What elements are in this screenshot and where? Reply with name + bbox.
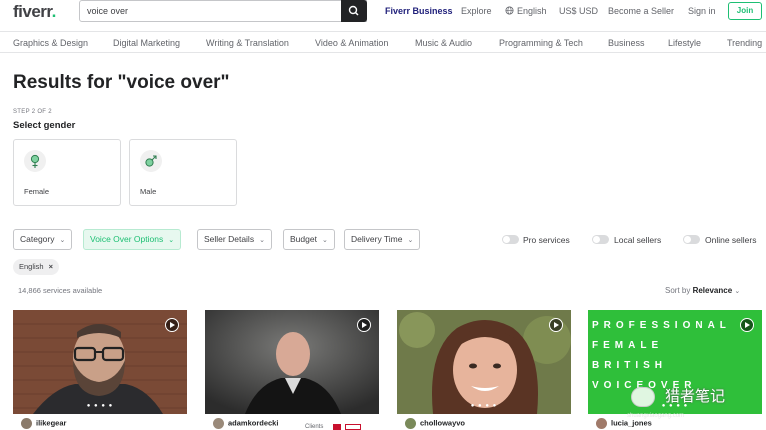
explore-link[interactable]: Explore xyxy=(461,6,492,16)
sign-in-link[interactable]: Sign in xyxy=(688,6,716,16)
male-icon xyxy=(140,150,162,172)
category-programming[interactable]: Programming & Tech xyxy=(499,38,583,48)
gig-thumbnail[interactable] xyxy=(205,310,379,414)
join-button[interactable]: Join xyxy=(728,2,762,20)
chevron-down-icon: ⌄ xyxy=(734,288,741,295)
avatar xyxy=(21,418,32,429)
online-sellers-toggle[interactable] xyxy=(683,235,700,244)
clients-label: Clients xyxy=(305,424,324,430)
category-digital-marketing[interactable]: Digital Marketing xyxy=(113,38,180,48)
chevron-down-icon: ⌄ xyxy=(407,237,414,244)
avatar xyxy=(405,418,416,429)
play-icon[interactable] xyxy=(740,318,754,332)
category-trending[interactable]: Trending xyxy=(727,38,762,48)
chevron-down-icon: ⌄ xyxy=(321,237,328,244)
gig-card[interactable]: adamkordecki Clients xyxy=(205,310,379,430)
fiverr-business-link[interactable]: Fiverr Business xyxy=(385,6,453,16)
chevron-down-icon: ⌄ xyxy=(259,237,265,244)
category-writing[interactable]: Writing & Translation xyxy=(206,38,289,48)
top-header: fiverr. Fiverr Business Explore English … xyxy=(0,0,766,32)
currency-link[interactable]: US$ USD xyxy=(559,6,598,16)
step-indicator: STEP 2 OF 2 xyxy=(13,109,52,115)
pro-services-label: Pro services xyxy=(523,235,570,245)
gender-label: Female xyxy=(24,187,50,196)
seller-name[interactable]: chollowayvo xyxy=(405,418,465,430)
active-filter-chip[interactable]: English × xyxy=(13,259,59,275)
carousel-dots[interactable]: ● ● ● ● xyxy=(397,403,571,409)
search-button[interactable] xyxy=(341,0,367,22)
play-icon[interactable] xyxy=(165,318,179,332)
become-seller-link[interactable]: Become a Seller xyxy=(608,6,674,16)
gig-card[interactable]: ● ● ● ● chollowayvo xyxy=(397,310,571,430)
play-icon[interactable] xyxy=(549,318,563,332)
remove-icon[interactable]: × xyxy=(49,262,53,271)
category-graphics[interactable]: Graphics & Design xyxy=(13,38,88,48)
local-sellers-toggle[interactable] xyxy=(592,235,609,244)
category-menu: Graphics & Design Digital Marketing Writ… xyxy=(0,33,766,53)
carousel-dots[interactable]: ● ● ● ● xyxy=(13,403,187,409)
client-logo xyxy=(345,424,361,430)
filter-category[interactable]: Category ⌄ xyxy=(13,229,73,250)
gig-thumbnail[interactable]: ● ● ● ● xyxy=(13,310,187,414)
pro-services-toggle[interactable] xyxy=(502,235,519,244)
gig-card[interactable]: ● ● ● ● ilikegear xyxy=(13,310,187,430)
filter-voice-over-options[interactable]: Voice Over Options ⌄ xyxy=(83,229,182,250)
gig-thumbnail[interactable]: ● ● ● ● xyxy=(397,310,571,414)
gender-card-female[interactable]: Female xyxy=(13,139,121,206)
gender-card-male[interactable]: Male xyxy=(129,139,237,206)
globe-icon xyxy=(505,6,514,15)
play-icon[interactable] xyxy=(357,318,371,332)
chevron-down-icon: ⌄ xyxy=(59,237,66,244)
filter-budget[interactable]: Budget ⌄ xyxy=(283,229,335,250)
search-input[interactable] xyxy=(80,1,330,21)
search-box xyxy=(79,0,367,22)
results-title: Results for "voice over" xyxy=(13,72,230,93)
avatar xyxy=(213,418,224,429)
watermark: 猎者笔记 shuangxiaogang.com xyxy=(627,387,726,419)
wechat-icon xyxy=(631,387,655,407)
sort-dropdown[interactable]: Sort by Relevance ⌄ xyxy=(665,286,740,295)
local-sellers-label: Local sellers xyxy=(614,235,662,245)
language-link[interactable]: English xyxy=(505,6,547,16)
category-business[interactable]: Business xyxy=(608,38,645,48)
seller-name[interactable]: ilikegear xyxy=(21,418,66,430)
fiverr-logo[interactable]: fiverr. xyxy=(13,2,56,22)
gender-label: Male xyxy=(140,187,157,196)
select-gender-title: Select gender xyxy=(13,120,76,131)
category-video[interactable]: Video & Animation xyxy=(315,38,388,48)
filter-seller-details[interactable]: Seller Details ⌄ xyxy=(197,229,272,250)
online-sellers-label: Online sellers xyxy=(705,235,757,245)
search-icon xyxy=(348,5,359,16)
category-music[interactable]: Music & Audio xyxy=(415,38,472,48)
filter-delivery-time[interactable]: Delivery Time ⌄ xyxy=(344,229,421,250)
chevron-down-icon: ⌄ xyxy=(168,237,175,244)
results-count: 14,866 services available xyxy=(18,286,103,295)
avatar xyxy=(596,418,607,429)
category-lifestyle[interactable]: Lifestyle xyxy=(668,38,701,48)
seller-name[interactable]: adamkordecki xyxy=(213,418,278,430)
female-icon xyxy=(24,150,46,172)
client-logo xyxy=(333,424,341,430)
